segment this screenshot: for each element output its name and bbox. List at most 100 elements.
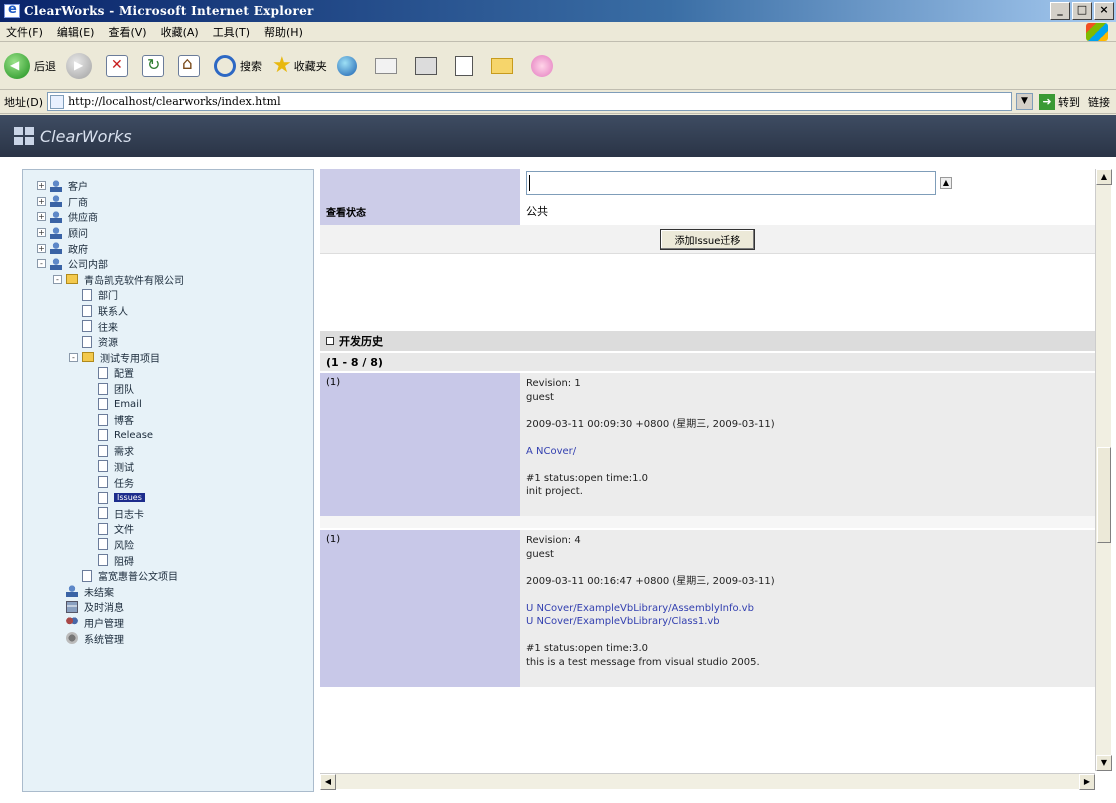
tree-item[interactable]: 日志卡 xyxy=(23,505,313,521)
tree-item[interactable]: 及时消息 xyxy=(23,599,313,615)
printer-icon xyxy=(414,56,437,75)
menu-favorites[interactable]: 收藏(A) xyxy=(161,24,199,40)
collapse-icon[interactable] xyxy=(326,337,334,345)
expand-icon[interactable]: + xyxy=(37,181,46,191)
tree-item[interactable]: + 顾问 xyxy=(23,225,313,241)
status-value: 公共 xyxy=(520,197,1095,225)
close-button[interactable]: × xyxy=(1094,2,1114,20)
tree-item[interactable]: 测试 xyxy=(23,459,313,475)
scroll-down-icon[interactable]: ▼ xyxy=(1096,755,1112,771)
collapse-icon[interactable]: - xyxy=(37,259,46,269)
tree-item[interactable]: 系统管理 xyxy=(23,630,313,646)
tree-item[interactable]: Issues xyxy=(23,490,313,506)
tree-item[interactable]: 博客 xyxy=(23,412,313,428)
comment-input[interactable] xyxy=(526,171,936,195)
tree-item[interactable]: 联系人 xyxy=(23,303,313,319)
back-label: 后退 xyxy=(34,59,56,73)
tree-item[interactable]: 任务 xyxy=(23,474,313,490)
tree-item[interactable]: + 客户 xyxy=(23,178,313,194)
scroll-thumb[interactable] xyxy=(1097,447,1111,543)
tree-item[interactable]: 资源 xyxy=(23,334,313,350)
expand-icon[interactable]: + xyxy=(37,196,46,206)
tree-item[interactable]: 富宽惠普公文项目 xyxy=(23,568,313,584)
revision-number: Revision: 1 xyxy=(526,378,581,389)
tree-item[interactable]: + 供应商 xyxy=(23,209,313,225)
menu-tools[interactable]: 工具(T) xyxy=(213,24,250,40)
toolbar: 后退 搜索 ★ 收藏夹 xyxy=(0,42,1116,90)
menu-view[interactable]: 查看(V) xyxy=(108,24,146,40)
history-section-header[interactable]: 开发历史 xyxy=(320,331,1095,351)
menu-edit[interactable]: 编辑(E) xyxy=(57,24,95,40)
changed-path-link[interactable]: U NCover/ExampleVbLibrary/Class1.vb xyxy=(526,615,1089,629)
tree-item[interactable]: 配置 xyxy=(23,365,313,381)
tree-item[interactable]: 往来 xyxy=(23,318,313,334)
document-icon xyxy=(98,491,108,504)
document-icon xyxy=(98,460,108,473)
changed-path-link[interactable]: A NCover/ xyxy=(526,445,1089,459)
go-button[interactable]: ➜ 转到 xyxy=(1039,93,1080,110)
tree-item[interactable]: 用户管理 xyxy=(23,615,313,631)
tree-item[interactable]: 需求 xyxy=(23,443,313,459)
refresh-button[interactable] xyxy=(142,54,168,77)
expand-icon[interactable]: + xyxy=(37,243,46,253)
scroll-right-icon[interactable]: ▶ xyxy=(1079,774,1095,790)
tree-item[interactable]: 阻碍 xyxy=(23,552,313,568)
scroll-up-icon[interactable]: ▲ xyxy=(1096,169,1112,185)
scroll-left-icon[interactable]: ◀ xyxy=(320,774,336,790)
tree-item[interactable]: + 政府 xyxy=(23,240,313,256)
menu-help[interactable]: 帮助(H) xyxy=(264,24,303,40)
favorites-button[interactable]: ★ 收藏夹 xyxy=(272,53,327,78)
expand-icon[interactable]: + xyxy=(37,212,46,222)
collapse-icon[interactable]: - xyxy=(53,274,62,284)
minimize-button[interactable]: _ xyxy=(1050,2,1070,20)
revision-number: Revision: 4 xyxy=(526,535,581,546)
tree-item[interactable]: - 测试专用项目 xyxy=(23,350,313,366)
edit-button[interactable] xyxy=(454,55,481,76)
tree-item[interactable]: + 厂商 xyxy=(23,194,313,210)
clearworks-logo-icon xyxy=(14,127,34,145)
changed-path-link[interactable]: U NCover/ExampleVbLibrary/AssemblyInfo.v… xyxy=(526,602,1089,616)
tree-item[interactable]: 团队 xyxy=(23,381,313,397)
expand-icon[interactable]: + xyxy=(37,228,46,238)
home-button[interactable] xyxy=(178,54,204,77)
back-button[interactable]: 后退 xyxy=(4,52,56,79)
menu-file[interactable]: 文件(F) xyxy=(6,24,43,40)
revision-date: 2009-03-11 00:16:47 +0800 (星期三, 2009-03-… xyxy=(526,575,775,587)
tree-item[interactable]: 风险 xyxy=(23,537,313,553)
tree-item-label: 用户管理 xyxy=(84,618,124,630)
collapse-icon[interactable]: - xyxy=(69,352,78,362)
media-button[interactable] xyxy=(336,55,365,76)
title-bar[interactable]: ClearWorks - Microsoft Internet Explorer… xyxy=(0,0,1116,22)
tree-item[interactable]: 部门 xyxy=(23,287,313,303)
history-section-title: 开发历史 xyxy=(339,335,383,348)
tree-item-label: 富宽惠普公文项目 xyxy=(98,572,178,584)
stop-button[interactable] xyxy=(106,54,132,77)
document-icon xyxy=(82,304,92,317)
tree-item[interactable]: - 青岛凯克软件有限公司 xyxy=(23,272,313,288)
tree-item[interactable]: - 公司内部 xyxy=(23,256,313,272)
address-url: http://localhost/clearworks/index.html xyxy=(68,95,281,108)
maximize-button[interactable]: □ xyxy=(1072,2,1092,20)
forward-button[interactable] xyxy=(66,52,96,79)
horizontal-scrollbar[interactable]: ◀ ▶ xyxy=(320,773,1095,790)
tree-item[interactable]: 未结案 xyxy=(23,583,313,599)
document-icon xyxy=(82,335,92,348)
field-scroll-icon[interactable]: ▲ xyxy=(940,177,952,189)
add-issue-transition-button[interactable]: 添加Issue迁移 xyxy=(659,228,756,250)
tree-item-label: 及时消息 xyxy=(84,603,124,615)
messenger-button[interactable] xyxy=(530,54,553,77)
tree-item[interactable]: Release xyxy=(23,428,313,444)
person-icon xyxy=(50,226,62,239)
print-button[interactable] xyxy=(414,56,445,75)
links-button[interactable]: 链接 xyxy=(1088,94,1110,110)
address-dropdown-button[interactable]: ▼ xyxy=(1016,93,1033,110)
search-button[interactable]: 搜索 xyxy=(214,54,262,77)
address-input[interactable]: http://localhost/clearworks/index.html xyxy=(47,92,1012,111)
mail-button[interactable] xyxy=(374,57,405,74)
folder-button[interactable] xyxy=(490,57,521,74)
tree-item[interactable]: Email xyxy=(23,396,313,412)
tree-item[interactable]: 文件 xyxy=(23,521,313,537)
vertical-scrollbar[interactable]: ▲ ▼ xyxy=(1095,169,1112,771)
